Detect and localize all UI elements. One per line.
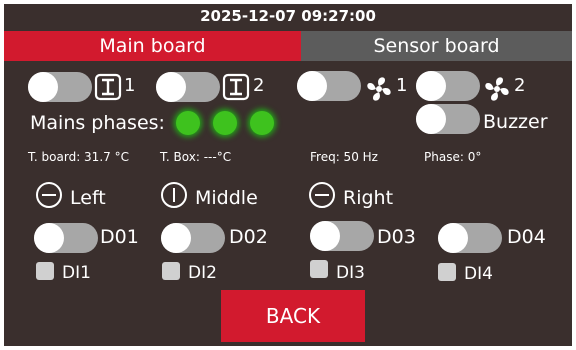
toggle-knob: [416, 71, 446, 101]
di4-label: DI4: [464, 264, 493, 284]
output-1-toggle[interactable]: [28, 72, 92, 102]
frequency-readout: Freq: 50 Hz: [310, 150, 378, 164]
back-button[interactable]: BACK: [221, 290, 365, 342]
toggle-knob: [28, 72, 58, 102]
position-left-label: Left: [70, 187, 106, 209]
tab-main-board[interactable]: Main board: [4, 31, 301, 61]
output-2-number: 2: [253, 75, 265, 96]
fan-1-toggle[interactable]: [297, 71, 361, 101]
do3-label: D03: [377, 226, 416, 248]
fan-icon: [367, 77, 391, 101]
position-left-radio[interactable]: [36, 182, 62, 208]
output-1-number: 1: [124, 75, 136, 96]
di2-label: DI2: [188, 263, 217, 283]
horizontal-bar-icon: [42, 194, 56, 196]
di3-label: DI3: [336, 263, 365, 283]
tab-sensor-board[interactable]: Sensor board: [301, 31, 572, 61]
toggle-knob: [416, 104, 446, 134]
do3-toggle[interactable]: [310, 221, 374, 251]
line-output-icon: [94, 73, 122, 101]
toggle-knob: [310, 221, 340, 251]
do4-label: D04: [507, 226, 546, 248]
vertical-bar-icon: [173, 188, 175, 202]
toggle-knob: [438, 223, 468, 253]
di1-checkbox: [36, 262, 54, 280]
phase-readout: Phase: 0°: [424, 150, 482, 164]
di1-label: DI1: [62, 263, 91, 283]
di2-checkbox: [162, 262, 180, 280]
buzzer-toggle[interactable]: [416, 104, 480, 134]
fan-icon: [485, 77, 509, 101]
fan-2-toggle[interactable]: [416, 71, 480, 101]
fan-2-number: 2: [514, 75, 526, 96]
phase-1-indicator: [176, 111, 200, 135]
line-output-icon: [222, 73, 250, 101]
di4-checkbox: [438, 263, 456, 281]
mains-phases-label: Mains phases:: [30, 112, 165, 134]
output-2-toggle[interactable]: [156, 72, 220, 102]
board-temperature: T. board: 31.7 °C: [28, 150, 129, 164]
toggle-knob: [297, 71, 327, 101]
phase-2-indicator: [213, 111, 237, 135]
fan-1-number: 1: [396, 75, 408, 96]
do2-toggle[interactable]: [161, 223, 225, 253]
datetime-display: 2025-12-07 09:27:00: [200, 7, 376, 25]
box-temperature: T. Box: ---°C: [160, 150, 232, 164]
toggle-knob: [34, 223, 64, 253]
toggle-knob: [161, 223, 191, 253]
do1-label: D01: [100, 226, 139, 248]
phase-3-indicator: [250, 111, 274, 135]
di3-checkbox: [310, 260, 328, 278]
position-right-label: Right: [343, 187, 394, 209]
buzzer-label: Buzzer: [483, 111, 548, 133]
do4-toggle[interactable]: [438, 223, 502, 253]
position-middle-radio[interactable]: [161, 182, 187, 208]
do1-toggle[interactable]: [34, 223, 98, 253]
position-right-radio[interactable]: [309, 182, 335, 208]
horizontal-bar-icon: [315, 194, 329, 196]
toggle-knob: [156, 72, 186, 102]
position-middle-label: Middle: [195, 187, 258, 209]
do2-label: D02: [229, 226, 268, 248]
device-screen: 2025-12-07 09:27:00 Main board Sensor bo…: [4, 4, 572, 346]
